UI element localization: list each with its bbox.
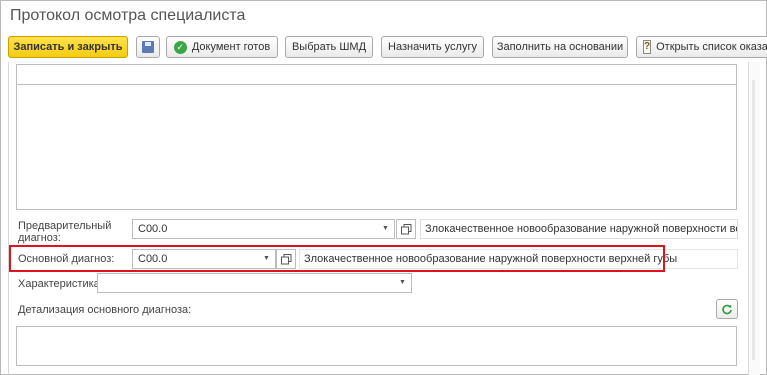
preliminary-diagnosis-code-input[interactable]: C00.0	[132, 219, 378, 239]
preliminary-diagnosis-label: Предварительный диагноз:	[18, 220, 112, 244]
document-ready-label: Документ готов	[191, 41, 271, 53]
open-provided-list-button[interactable]: ? Открыть список оказанн	[636, 36, 767, 58]
scrollbar-track	[752, 80, 755, 360]
toolbar: Записать и закрыть ✓ Документ готов Выбр…	[8, 36, 767, 58]
choose-shmd-button[interactable]: Выбрать ШМД	[285, 36, 373, 58]
document-ready-button[interactable]: ✓ Документ готов	[166, 36, 278, 58]
preliminary-diagnosis-description: Злокачественное новообразование наружной…	[420, 219, 738, 239]
open-icon[interactable]	[396, 219, 416, 239]
characteristic-input[interactable]	[97, 273, 395, 293]
table-body[interactable]	[16, 84, 737, 210]
chevron-down-icon[interactable]: ▼	[377, 219, 395, 239]
refresh-icon	[722, 304, 732, 315]
refresh-button[interactable]	[716, 299, 738, 319]
choose-shmd-label: Выбрать ШМД	[291, 41, 367, 53]
open-provided-list-label: Открыть список оказанн	[656, 41, 767, 53]
help-book-icon: ?	[643, 40, 652, 54]
main-diagnosis-detail-input[interactable]	[16, 326, 737, 366]
check-circle-icon: ✓	[173, 40, 187, 54]
chevron-down-icon[interactable]: ▼	[394, 273, 412, 293]
window-title: Протокол осмотра специалиста	[10, 7, 246, 24]
main-diagnosis-detail-label: Детализация основного диагноза:	[18, 304, 192, 316]
save-icon	[142, 41, 154, 53]
assign-service-label: Назначить услугу	[388, 41, 477, 53]
characteristic-label: Характеристика:	[18, 278, 103, 290]
save-close-label: Записать и закрыть	[13, 41, 123, 53]
main-diagnosis-highlight	[9, 245, 665, 272]
table-header	[16, 64, 737, 84]
fill-based-label: Заполнить на основании	[496, 41, 624, 53]
assign-service-button[interactable]: Назначить услугу	[381, 36, 484, 58]
fill-based-button[interactable]: Заполнить на основании	[492, 36, 628, 58]
save-button[interactable]	[136, 36, 160, 58]
save-close-button[interactable]: Записать и закрыть	[8, 36, 128, 58]
